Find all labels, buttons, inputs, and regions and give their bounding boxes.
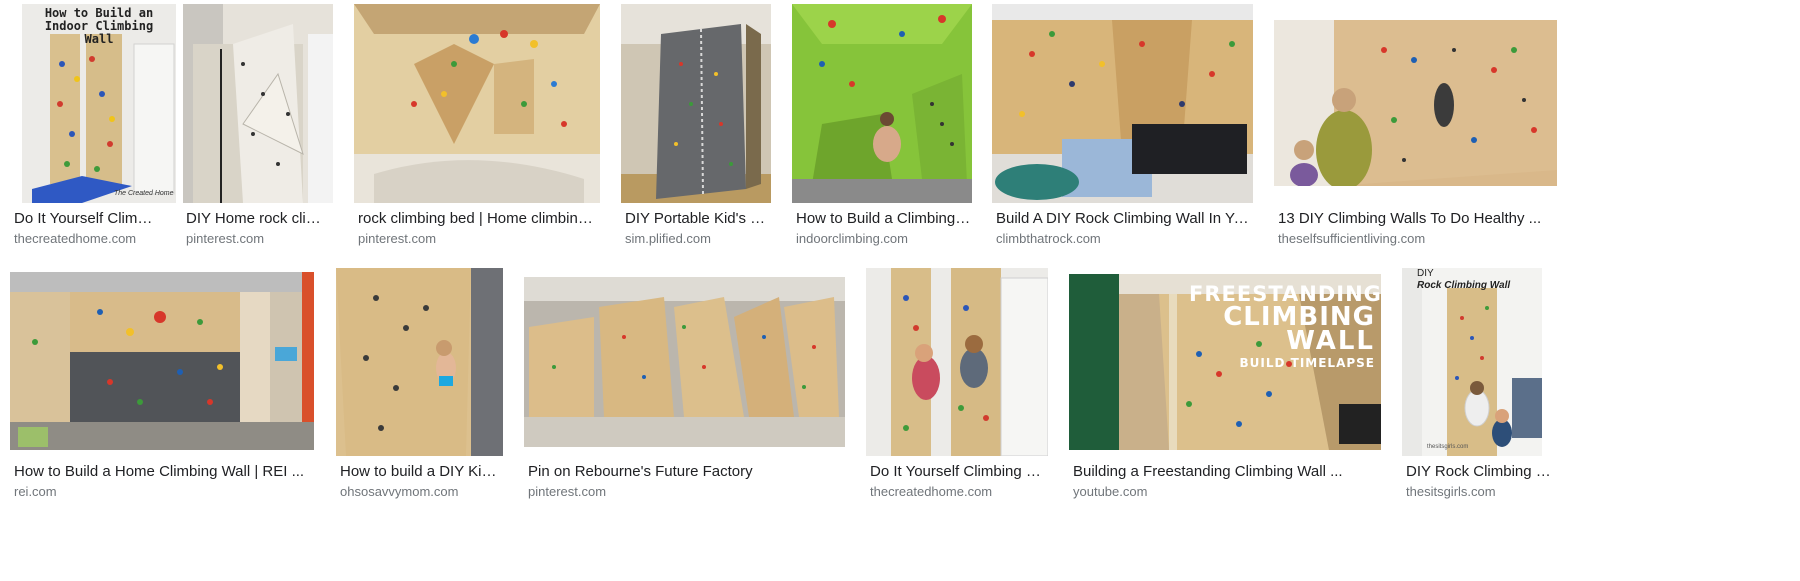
result-source[interactable]: pinterest.com bbox=[186, 231, 332, 247]
result-source[interactable]: thecreatedhome.com bbox=[14, 231, 159, 247]
result-source[interactable]: climbthatrock.com bbox=[996, 231, 1253, 247]
result-thumbnail[interactable]: How to Build an Indoor Climbing Wall The… bbox=[22, 4, 176, 203]
result-title[interactable]: 13 DIY Climbing Walls To Do Healthy ... bbox=[1278, 210, 1557, 228]
result-source[interactable]: sim.plified.com bbox=[625, 231, 771, 247]
result-thumbnail[interactable]: DIY Rock Climbing Wall thesitsgirls.com bbox=[1402, 268, 1542, 456]
climbing-wall-image bbox=[183, 4, 333, 203]
climbing-wall-image bbox=[992, 4, 1253, 203]
result-title[interactable]: Building a Freestanding Climbing Wall ..… bbox=[1073, 463, 1381, 481]
result-title[interactable]: How to Build a Climbing Wall bbox=[796, 210, 972, 228]
result-source[interactable]: pinterest.com bbox=[528, 484, 845, 500]
result-title[interactable]: DIY Home rock climbin... bbox=[186, 210, 332, 228]
result-thumbnail[interactable] bbox=[621, 4, 771, 203]
result-source[interactable]: rei.com bbox=[14, 484, 314, 500]
thumbnail-overlay-text: How to Build an Indoor Climbing Wall bbox=[44, 6, 154, 46]
thumbnail-watermark: The Created Home bbox=[114, 190, 174, 197]
result-title[interactable]: Pin on Rebourne's Future Factory bbox=[528, 463, 845, 481]
climbing-wall-image bbox=[354, 4, 600, 203]
result-thumbnail[interactable] bbox=[792, 4, 972, 203]
climbing-wall-image bbox=[1402, 268, 1542, 456]
result-thumbnail[interactable] bbox=[992, 4, 1253, 203]
result-thumbnail[interactable]: FREESTANDING CLIMBING WALL BUILD TIMELAP… bbox=[1069, 274, 1381, 450]
result-source[interactable]: ohsosavvymom.com bbox=[340, 484, 502, 500]
climbing-wall-image bbox=[336, 268, 503, 456]
result-title[interactable]: Build A DIY Rock Climbing Wall In Your .… bbox=[996, 210, 1253, 228]
result-thumbnail[interactable] bbox=[354, 4, 600, 203]
result-title[interactable]: How to build a DIY Kids Cl... bbox=[340, 463, 502, 481]
result-title[interactable]: DIY Rock Climbing Wall ... bbox=[1406, 463, 1556, 481]
thumbnail-overlay-text: Rock Climbing Wall bbox=[1417, 280, 1511, 291]
climbing-wall-image bbox=[792, 4, 972, 203]
result-thumbnail[interactable] bbox=[866, 268, 1048, 456]
climbing-wall-image bbox=[10, 272, 314, 450]
result-source[interactable]: thecreatedhome.com bbox=[870, 484, 1048, 500]
result-title[interactable]: rock climbing bed | Home climbing wall .… bbox=[358, 210, 600, 228]
climbing-wall-image bbox=[1274, 20, 1557, 186]
result-thumbnail[interactable] bbox=[10, 272, 314, 450]
result-source[interactable]: pinterest.com bbox=[358, 231, 600, 247]
result-source[interactable]: youtube.com bbox=[1073, 484, 1381, 500]
thumbnail-overlay-heading: WALL bbox=[1286, 326, 1375, 356]
result-title[interactable]: Do It Yourself Climbing... bbox=[14, 210, 159, 228]
result-thumbnail[interactable] bbox=[524, 277, 845, 447]
thumbnail-overlay-text: DIY bbox=[1417, 268, 1434, 279]
result-title[interactable]: Do It Yourself Climbing Wall ... bbox=[870, 463, 1048, 481]
thumbnail-overlay-subheading: BUILD TIMELAPSE bbox=[1239, 356, 1375, 370]
thumbnail-watermark: thesitsgirls.com bbox=[1427, 444, 1469, 450]
result-thumbnail[interactable] bbox=[1274, 20, 1557, 186]
result-thumbnail[interactable] bbox=[183, 4, 333, 203]
result-thumbnail[interactable] bbox=[336, 268, 503, 456]
climbing-wall-image bbox=[621, 4, 771, 203]
result-source[interactable]: thesitsgirls.com bbox=[1406, 484, 1556, 500]
result-source[interactable]: indoorclimbing.com bbox=[796, 231, 972, 247]
result-title[interactable]: DIY Portable Kid's Clim... bbox=[625, 210, 771, 228]
result-source[interactable]: theselfsufficientliving.com bbox=[1278, 231, 1557, 247]
result-title[interactable]: How to Build a Home Climbing Wall | REI … bbox=[14, 463, 314, 481]
climbing-wall-image bbox=[866, 268, 1048, 456]
climbing-wall-image bbox=[524, 277, 845, 447]
